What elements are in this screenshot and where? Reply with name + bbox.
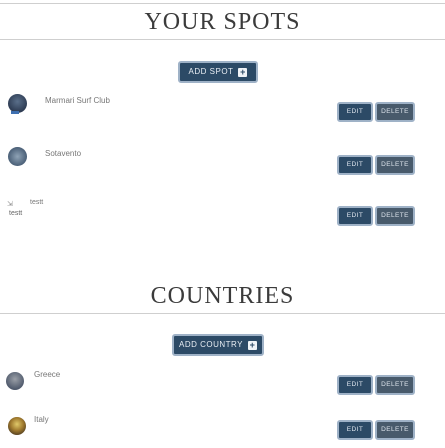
spot-actions: EDIT DELETE — [337, 206, 415, 226]
spot-label: Sotavento — [45, 149, 82, 158]
spot-actions: EDIT DELETE — [337, 155, 415, 175]
country-label: Greece — [34, 370, 61, 379]
add-country-button[interactable]: ADD COUNTRY + — [172, 334, 264, 356]
edit-country-button[interactable]: EDIT — [337, 420, 373, 440]
edit-spot-button[interactable]: EDIT — [337, 206, 373, 226]
add-country-label: ADD COUNTRY — [178, 340, 244, 349]
spot-label: testt — [30, 199, 44, 206]
country-avatar-icon — [6, 372, 24, 390]
spots-title-divider — [0, 39, 445, 40]
country-label: Italy — [34, 415, 49, 424]
delete-country-button[interactable]: DELETE — [375, 420, 415, 440]
spot-avatar-flag-icon — [11, 111, 19, 114]
plus-icon: + — [248, 340, 258, 350]
countries-title-divider — [0, 313, 445, 314]
delete-spot-button[interactable]: DELETE — [375, 102, 415, 122]
delete-country-button[interactable]: DELETE — [375, 375, 415, 395]
edit-spot-button[interactable]: EDIT — [337, 102, 373, 122]
country-actions: EDIT DELETE — [337, 420, 415, 440]
plus-icon: + — [238, 67, 248, 77]
spot-label: Marmari Surf Club — [45, 96, 110, 105]
spot-alt-text: testt — [9, 210, 23, 217]
spots-title: YOUR SPOTS — [144, 9, 301, 35]
delete-spot-button[interactable]: DELETE — [375, 155, 415, 175]
spot-actions: EDIT DELETE — [337, 102, 415, 122]
countries-title: COUNTRIES — [150, 283, 295, 309]
spot-avatar-icon — [8, 147, 27, 166]
country-avatar-icon — [8, 417, 26, 435]
add-spot-button[interactable]: ADD SPOT + — [178, 61, 258, 83]
country-actions: EDIT DELETE — [337, 375, 415, 395]
edit-country-button[interactable]: EDIT — [337, 375, 373, 395]
broken-image-icon: ⇲ — [7, 201, 13, 208]
add-spot-label: ADD SPOT — [188, 67, 234, 76]
top-divider — [0, 3, 445, 4]
edit-spot-button[interactable]: EDIT — [337, 155, 373, 175]
delete-spot-button[interactable]: DELETE — [375, 206, 415, 226]
